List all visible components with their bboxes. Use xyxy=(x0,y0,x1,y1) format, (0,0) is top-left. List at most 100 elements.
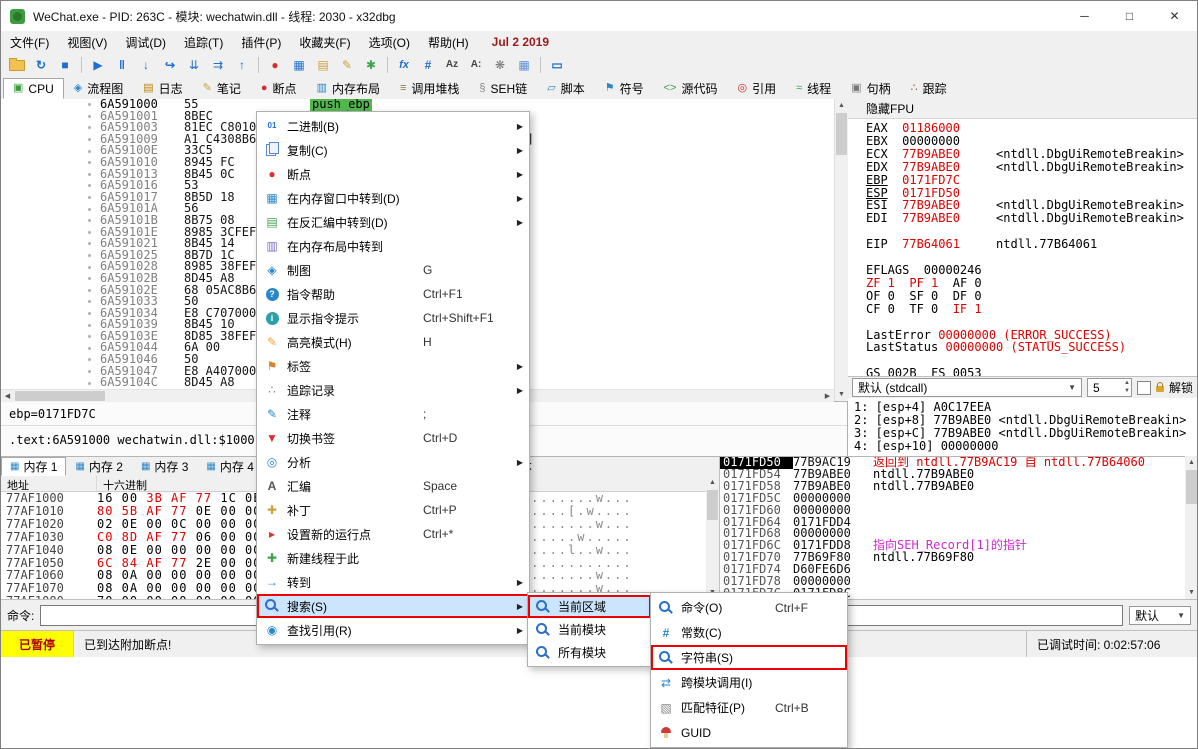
tab-symbols[interactable]: ⚑符号 xyxy=(595,78,654,99)
menu-item-search[interactable]: 搜索(S)▶ xyxy=(257,594,529,618)
scroll-left-icon[interactable]: ◀ xyxy=(1,390,14,402)
unlock-checkbox[interactable] xyxy=(1137,381,1151,395)
menubar-item-debug[interactable]: 调试(D) xyxy=(116,31,175,53)
scrollbar-thumb[interactable] xyxy=(1186,470,1197,504)
menu-item-comment[interactable]: ✎注释; xyxy=(257,402,529,426)
run-button[interactable]: ▶ xyxy=(86,54,110,76)
menu-item-all-modules[interactable]: 所有模块▶ xyxy=(528,641,651,664)
menu-item-binary[interactable]: 01二进制(B)▶ xyxy=(257,114,529,138)
memory-map-button[interactable]: ▦ xyxy=(287,54,311,76)
menu-item-pattern[interactable]: ▧匹配特征(P)Ctrl+B xyxy=(651,695,847,720)
menu-item-highlight-mode[interactable]: ✎高亮模式(H)H xyxy=(257,330,529,354)
stack-pane[interactable]: 0171FD5077B9AC19返回到 ntdll.77B9AC19 自 ntd… xyxy=(719,456,1185,599)
tab-log[interactable]: ▤日志 xyxy=(133,78,192,99)
open-button[interactable] xyxy=(5,54,29,76)
menu-item-command[interactable]: 命令(O)Ctrl+F xyxy=(651,595,847,620)
tab-dump4[interactable]: ▦内存 4 xyxy=(197,457,262,476)
menu-item-goto-disassembly[interactable]: ▤在反汇编中转到(D)▶ xyxy=(257,210,529,234)
scrollbar-thumb[interactable] xyxy=(836,113,847,155)
monitor-button[interactable]: ▭ xyxy=(545,54,569,76)
menu-item-label[interactable]: ⚑标签▶ xyxy=(257,354,529,378)
restart-button[interactable]: ↻ xyxy=(29,54,53,76)
stack-row[interactable]: 0171FD5877B9ABE0ntdll.77B9ABE0 xyxy=(720,481,1185,493)
menubar-item-file[interactable]: 文件(F) xyxy=(1,31,58,53)
menu-item-trace-record[interactable]: ∴追踪记录▶ xyxy=(257,378,529,402)
menu-item-goto-memory-map[interactable]: ▥在内存布局中转到 xyxy=(257,234,529,258)
number-button[interactable]: # xyxy=(416,54,440,76)
scroll-right-icon[interactable]: ▶ xyxy=(821,390,834,402)
menubar-item-help[interactable]: 帮助(H) xyxy=(419,31,478,53)
scrollbar-thumb[interactable] xyxy=(15,391,105,401)
settings-button[interactable]: ❋ xyxy=(488,54,512,76)
scrollbar-thumb[interactable] xyxy=(707,490,718,520)
menu-item-constant[interactable]: #常数(C) xyxy=(651,620,847,645)
tab-references[interactable]: ◎引用 xyxy=(727,78,786,99)
close-debuggee-button[interactable]: ■ xyxy=(53,54,77,76)
log-button[interactable]: ▤ xyxy=(311,54,335,76)
tab-trace[interactable]: ∴跟踪 xyxy=(901,78,957,99)
tab-source[interactable]: <>源代码 xyxy=(654,78,728,99)
menubar-item-plugins[interactable]: 插件(P) xyxy=(232,31,290,53)
close-button[interactable]: ✕ xyxy=(1152,1,1197,31)
hide-fpu-button[interactable]: 隐藏FPU xyxy=(848,99,1197,119)
scroll-down-icon[interactable]: ▼ xyxy=(1185,586,1198,599)
calling-convention-select[interactable]: 默认 (stdcall) ▼ xyxy=(852,378,1082,397)
menubar-item-view[interactable]: 视图(V) xyxy=(58,31,116,53)
menu-item-find-references[interactable]: ◉查找引用(R)▶ xyxy=(257,618,529,642)
tab-script[interactable]: ▱脚本 xyxy=(537,78,594,99)
menu-item-analysis[interactable]: ◎分析▶ xyxy=(257,450,529,474)
az-button[interactable]: Az xyxy=(440,54,464,76)
menu-item-guid[interactable]: GUID xyxy=(651,720,847,745)
tab-threads[interactable]: ≈线程 xyxy=(786,78,841,99)
pause-button[interactable]: ‖ xyxy=(110,54,134,76)
tab-breakpoints[interactable]: ●断点 xyxy=(251,78,307,99)
step-over-button[interactable]: ↪ xyxy=(158,54,182,76)
trace-into-button[interactable]: ⇊ xyxy=(182,54,206,76)
step-into-button[interactable]: ↓ xyxy=(134,54,158,76)
stack-vscrollbar[interactable]: ▲ ▼ xyxy=(1185,456,1198,599)
menu-item-toggle-bookmark[interactable]: ▼切换书签Ctrl+D xyxy=(257,426,529,450)
script-button[interactable]: ✱ xyxy=(359,54,383,76)
disassembly-vscrollbar[interactable]: ▲ ▼ xyxy=(834,99,848,401)
breakpoints-button[interactable]: ● xyxy=(263,54,287,76)
command-script-select[interactable]: 默认 ▼ xyxy=(1129,606,1191,625)
menu-item-assemble[interactable]: A汇编Space xyxy=(257,474,529,498)
menu-item-intermodular-calls[interactable]: ⇄跨模块调用(I) xyxy=(651,670,847,695)
tab-dump3[interactable]: ▦内存 3 xyxy=(132,457,197,476)
notes-button[interactable]: ✎ xyxy=(335,54,359,76)
stack-row[interactable]: 0171FD7077B69F80ntdll.77B69F80 xyxy=(720,552,1185,564)
menu-item-goto-memory-window[interactable]: ▦在内存窗口中转到(D)▶ xyxy=(257,186,529,210)
menu-item-current-module[interactable]: 当前模块▶ xyxy=(528,618,651,641)
stack-row[interactable]: 0171FD640171FDD4 xyxy=(720,517,1185,529)
menu-item-copy[interactable]: 复制(C)▶ xyxy=(257,138,529,162)
tab-seh[interactable]: §SEH链 xyxy=(469,78,537,99)
stack-row[interactable]: 0171FD74D60FE6D6 xyxy=(720,564,1185,576)
fx-button[interactable]: fx xyxy=(392,54,416,76)
menu-item-current-region[interactable]: 当前区域▶ xyxy=(528,595,651,618)
scroll-up-icon[interactable]: ▲ xyxy=(835,99,848,112)
stack-row[interactable]: 0171FD5C00000000 xyxy=(720,493,1185,505)
execute-till-return-button[interactable]: ↑ xyxy=(230,54,254,76)
scroll-up-icon[interactable]: ▲ xyxy=(1185,456,1198,469)
tab-dump2[interactable]: ▦内存 2 xyxy=(66,457,131,476)
argument-count-spinner[interactable]: 5 ▲▼ xyxy=(1087,378,1132,397)
spinner-arrows-icon[interactable]: ▲▼ xyxy=(1124,379,1130,395)
calculator-button[interactable]: ▦ xyxy=(512,54,536,76)
tab-handles[interactable]: ▣句柄 xyxy=(841,78,900,99)
tab-graph[interactable]: ◈流程图 xyxy=(64,78,133,99)
menu-item-string-references[interactable]: 字符串(S) xyxy=(651,645,847,670)
menu-item-new-thread-here[interactable]: ✚新建线程于此 xyxy=(257,546,529,570)
memory-vscrollbar[interactable]: ▲ ▼ xyxy=(706,476,719,599)
menu-item-show-mnemonic-brief[interactable]: i显示指令提示Ctrl+Shift+F1 xyxy=(257,306,529,330)
tab-dump1[interactable]: ▦内存 1 xyxy=(1,457,66,476)
tab-cpu[interactable]: ▣CPU xyxy=(3,78,64,99)
menu-item-instruction-help[interactable]: ?指令帮助Ctrl+F1 xyxy=(257,282,529,306)
trace-over-button[interactable]: ⇉ xyxy=(206,54,230,76)
menu-item-graph[interactable]: ◈制图G xyxy=(257,258,529,282)
scroll-up-icon[interactable]: ▲ xyxy=(706,476,719,489)
tab-memory-map[interactable]: ▥内存布局 xyxy=(307,78,390,99)
menubar-item-options[interactable]: 选项(O) xyxy=(360,31,419,53)
stack-row[interactable]: 0171FD6000000000 xyxy=(720,505,1185,517)
menubar-item-trace[interactable]: 追踪(T) xyxy=(175,31,232,53)
scroll-down-icon[interactable]: ▼ xyxy=(835,388,848,401)
